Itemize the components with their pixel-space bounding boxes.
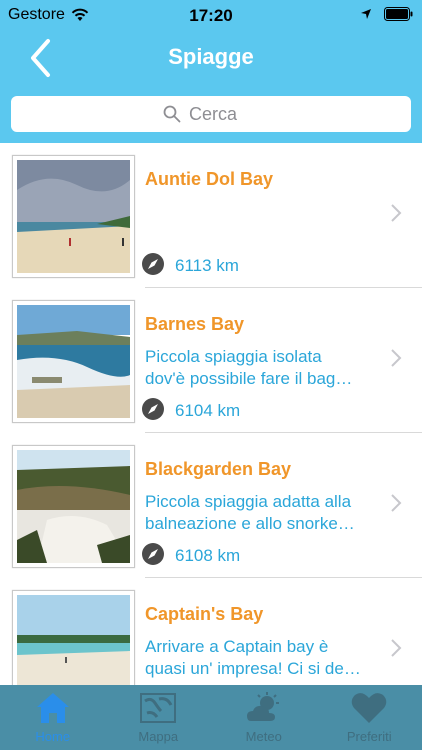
beach-description: Piccola spiaggia adatta alla balneazione… [145,492,355,533]
tab-meteo[interactable]: Meteo [211,685,317,750]
tab-mappa[interactable]: Mappa [106,685,212,750]
list-item[interactable]: Barnes Bay Piccola spiaggia isolata dov'… [0,288,422,433]
chevron-right-icon [391,349,402,367]
heart-icon [351,693,387,723]
beach-distance: 6104 km [175,401,241,420]
tab-bar: Home Mappa Meteo Preferiti [0,685,422,750]
beach-name: Captain's Bay [145,604,264,624]
tab-label: Home [35,729,71,744]
compass-icon [142,398,164,420]
beach-distance: 6108 km [175,546,241,565]
nav-bar: Spiagge [0,30,422,86]
beach-description: Piccola spiaggia isolata dov'è possibile… [145,347,353,388]
location-arrow-icon [361,9,371,19]
beach-description: Arrivare a Captain bay è quasi un' impre… [145,637,361,678]
search-icon [163,105,181,123]
battery-icon [384,7,413,21]
compass-icon [142,543,164,565]
beach-list: Auntie Dol Bay 6113 km Barnes Bay Piccol… [0,143,422,685]
home-icon [36,693,69,723]
chevron-right-icon [391,494,402,512]
search-input[interactable] [189,103,259,125]
beach-name: Blackgarden Bay [145,459,292,479]
beach-thumbnail [12,300,135,423]
list-item[interactable]: Captain's Bay Arrivare a Captain bay è q… [0,578,422,685]
status-bar: Gestore 17:20 [0,0,422,30]
tab-home[interactable]: Home [0,685,106,750]
beach-thumbnail [12,445,135,568]
search-bar[interactable] [11,96,411,132]
tab-label: Mappa [138,729,179,744]
chevron-right-icon [391,639,402,657]
compass-icon [142,253,164,275]
tab-preferiti[interactable]: Preferiti [317,685,422,750]
list-item[interactable]: Auntie Dol Bay 6113 km [0,143,422,288]
list-item[interactable]: Blackgarden Bay Piccola spiaggia adatta … [0,433,422,578]
beach-distance: 6113 km [175,256,239,275]
tab-label: Preferiti [346,729,392,744]
status-time: 17:20 [189,6,233,25]
status-right [360,7,414,21]
page-title: Spiagge [168,44,254,69]
beach-thumbnail [12,590,135,685]
map-icon [140,693,177,723]
header: Gestore 17:20 Spiagge [0,0,422,143]
chevron-right-icon [391,204,402,222]
beach-name: Barnes Bay [145,314,245,334]
beach-name: Auntie Dol Bay [145,169,274,189]
tab-label: Meteo [245,729,282,744]
weather-icon [246,692,279,721]
beach-thumbnail [12,155,135,278]
